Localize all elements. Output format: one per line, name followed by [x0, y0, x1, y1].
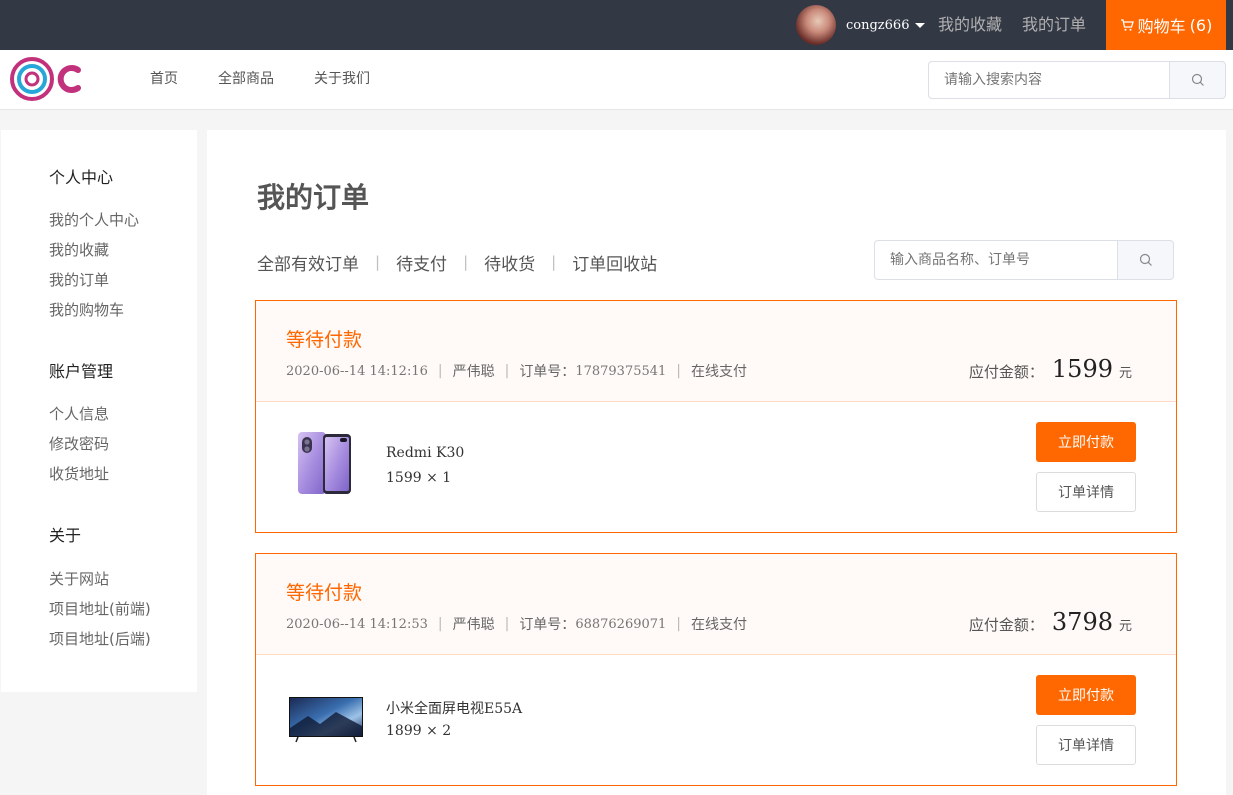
- order-no: 17879375541: [575, 363, 667, 379]
- order-header: 等待付款 2020-06--14 14:12:16 | 严伟聪 | 订单号： 1…: [256, 301, 1176, 402]
- header: 首页 全部商品 关于我们: [0, 50, 1233, 110]
- amount-currency: 元: [1118, 366, 1132, 381]
- username[interactable]: congz666: [846, 18, 909, 33]
- product-price-qty: 1599 × 1: [386, 470, 452, 486]
- order-payment: 在线支付: [691, 364, 748, 380]
- divider: |: [437, 616, 443, 632]
- order-detail-button[interactable]: 订单详情: [1036, 472, 1136, 512]
- cart-button[interactable]: 购物车 (6): [1106, 0, 1226, 50]
- sidebar-item-repo-backend[interactable]: 项目地址(后端): [49, 628, 151, 649]
- filter-unpaid[interactable]: 待支付: [396, 250, 447, 275]
- header-search-input[interactable]: [928, 61, 1169, 99]
- order-card: 等待付款 2020-06--14 14:12:53 | 严伟聪 | 订单号： 6…: [255, 553, 1177, 786]
- divider: |: [504, 616, 510, 632]
- product-name[interactable]: 小米全面屏电视E55A: [386, 698, 522, 718]
- nav-about[interactable]: 关于我们: [314, 50, 370, 110]
- order-filters: 全部有效订单 | 待支付 | 待收货 | 订单回收站: [257, 250, 657, 275]
- sidebar-group-title: 关于: [49, 526, 82, 545]
- cart-count: (6): [1189, 15, 1213, 35]
- order-amount: 应付金额： 1599 元: [969, 355, 1132, 383]
- amount-label: 应付金额：: [968, 616, 1044, 634]
- divider: |: [463, 253, 469, 271]
- order-search-input[interactable]: [874, 240, 1117, 280]
- order-detail-button[interactable]: 订单详情: [1036, 725, 1136, 765]
- filter-all[interactable]: 全部有效订单: [257, 250, 359, 275]
- sidebar-item-password[interactable]: 修改密码: [49, 433, 109, 454]
- order-payment: 在线支付: [691, 617, 748, 633]
- amount-value: 1599: [1051, 355, 1113, 383]
- sidebar-item-address[interactable]: 收货地址: [49, 463, 109, 484]
- header-search-button[interactable]: [1169, 61, 1226, 99]
- order-status: 等待付款: [286, 329, 363, 351]
- order-amount: 应付金额： 3798 元: [969, 608, 1132, 636]
- sidebar-group-title: 个人中心: [49, 168, 114, 187]
- order-search-button[interactable]: [1117, 240, 1174, 280]
- top-bar: congz666 我的收藏 我的订单 购物车 (6): [0, 0, 1233, 50]
- product-name[interactable]: Redmi K30: [386, 445, 464, 461]
- sidebar-item-profile[interactable]: 个人信息: [49, 403, 109, 424]
- order-time: 2020-06--14 14:12:16: [286, 363, 428, 379]
- user-menu[interactable]: congz666: [796, 5, 926, 45]
- order-no: 68876269071: [575, 616, 667, 632]
- order-card: 等待付款 2020-06--14 14:12:16 | 严伟聪 | 订单号： 1…: [255, 300, 1177, 533]
- sidebar-item-cart[interactable]: 我的购物车: [49, 299, 124, 320]
- page-title: 我的订单: [257, 181, 370, 214]
- order-status: 等待付款: [286, 582, 363, 604]
- order-buyer: 严伟聪: [452, 364, 495, 380]
- cart-label: 购物车: [1137, 17, 1186, 36]
- amount-currency: 元: [1118, 619, 1132, 634]
- order-header: 等待付款 2020-06--14 14:12:53 | 严伟聪 | 订单号： 6…: [256, 554, 1176, 655]
- sidebar-item-about-site[interactable]: 关于网站: [49, 568, 109, 589]
- nav-all-products[interactable]: 全部商品: [218, 50, 274, 110]
- pay-now-button[interactable]: 立即付款: [1036, 675, 1136, 715]
- order-buyer: 严伟聪: [452, 617, 495, 633]
- divider: |: [504, 363, 510, 379]
- divider: |: [375, 253, 381, 271]
- caret-down-icon[interactable]: [915, 22, 926, 28]
- sidebar: 个人中心 我的个人中心 我的收藏 我的订单 我的购物车 账户管理 个人信息 修改…: [1, 130, 197, 692]
- sidebar-group-title: 账户管理: [49, 362, 114, 381]
- tv-image-icon[interactable]: [286, 682, 366, 752]
- divider: |: [676, 363, 682, 379]
- nav-home[interactable]: 首页: [150, 50, 178, 110]
- avatar[interactable]: [796, 5, 836, 45]
- cart-icon: [1120, 19, 1134, 31]
- order-time: 2020-06--14 14:12:53: [286, 616, 428, 632]
- top-link-favorites[interactable]: 我的收藏: [938, 0, 1002, 50]
- search-icon: [1191, 73, 1204, 86]
- search-icon: [1139, 253, 1152, 266]
- amount-label: 应付金额：: [968, 363, 1044, 381]
- order-no-label: 订单号：: [519, 617, 576, 633]
- filter-to-receive[interactable]: 待收货: [484, 250, 535, 275]
- order-no-label: 订单号：: [519, 364, 576, 380]
- header-search: [928, 61, 1226, 99]
- sidebar-item-repo-frontend[interactable]: 项目地址(前端): [49, 598, 151, 619]
- divider: |: [437, 363, 443, 379]
- logo-icon[interactable]: [10, 56, 84, 102]
- product-price-qty: 1899 × 2: [386, 723, 452, 739]
- orders-panel: 我的订单 全部有效订单 | 待支付 | 待收货 | 订单回收站 等待付款 202…: [207, 130, 1226, 795]
- sidebar-item-favorites[interactable]: 我的收藏: [49, 239, 109, 260]
- amount-value: 3798: [1051, 608, 1113, 636]
- filter-recycle-bin[interactable]: 订单回收站: [572, 250, 657, 275]
- phone-image-icon[interactable]: [286, 429, 366, 499]
- sidebar-item-my-center[interactable]: 我的个人中心: [49, 209, 139, 230]
- top-link-orders[interactable]: 我的订单: [1022, 0, 1086, 50]
- divider: |: [676, 616, 682, 632]
- pay-now-button[interactable]: 立即付款: [1036, 422, 1136, 462]
- order-search: [874, 240, 1174, 280]
- sidebar-item-orders[interactable]: 我的订单: [49, 269, 109, 290]
- order-meta: 2020-06--14 14:12:16 | 严伟聪 | 订单号： 178793…: [286, 361, 747, 381]
- order-meta: 2020-06--14 14:12:53 | 严伟聪 | 订单号： 688762…: [286, 614, 747, 634]
- divider: |: [551, 253, 557, 271]
